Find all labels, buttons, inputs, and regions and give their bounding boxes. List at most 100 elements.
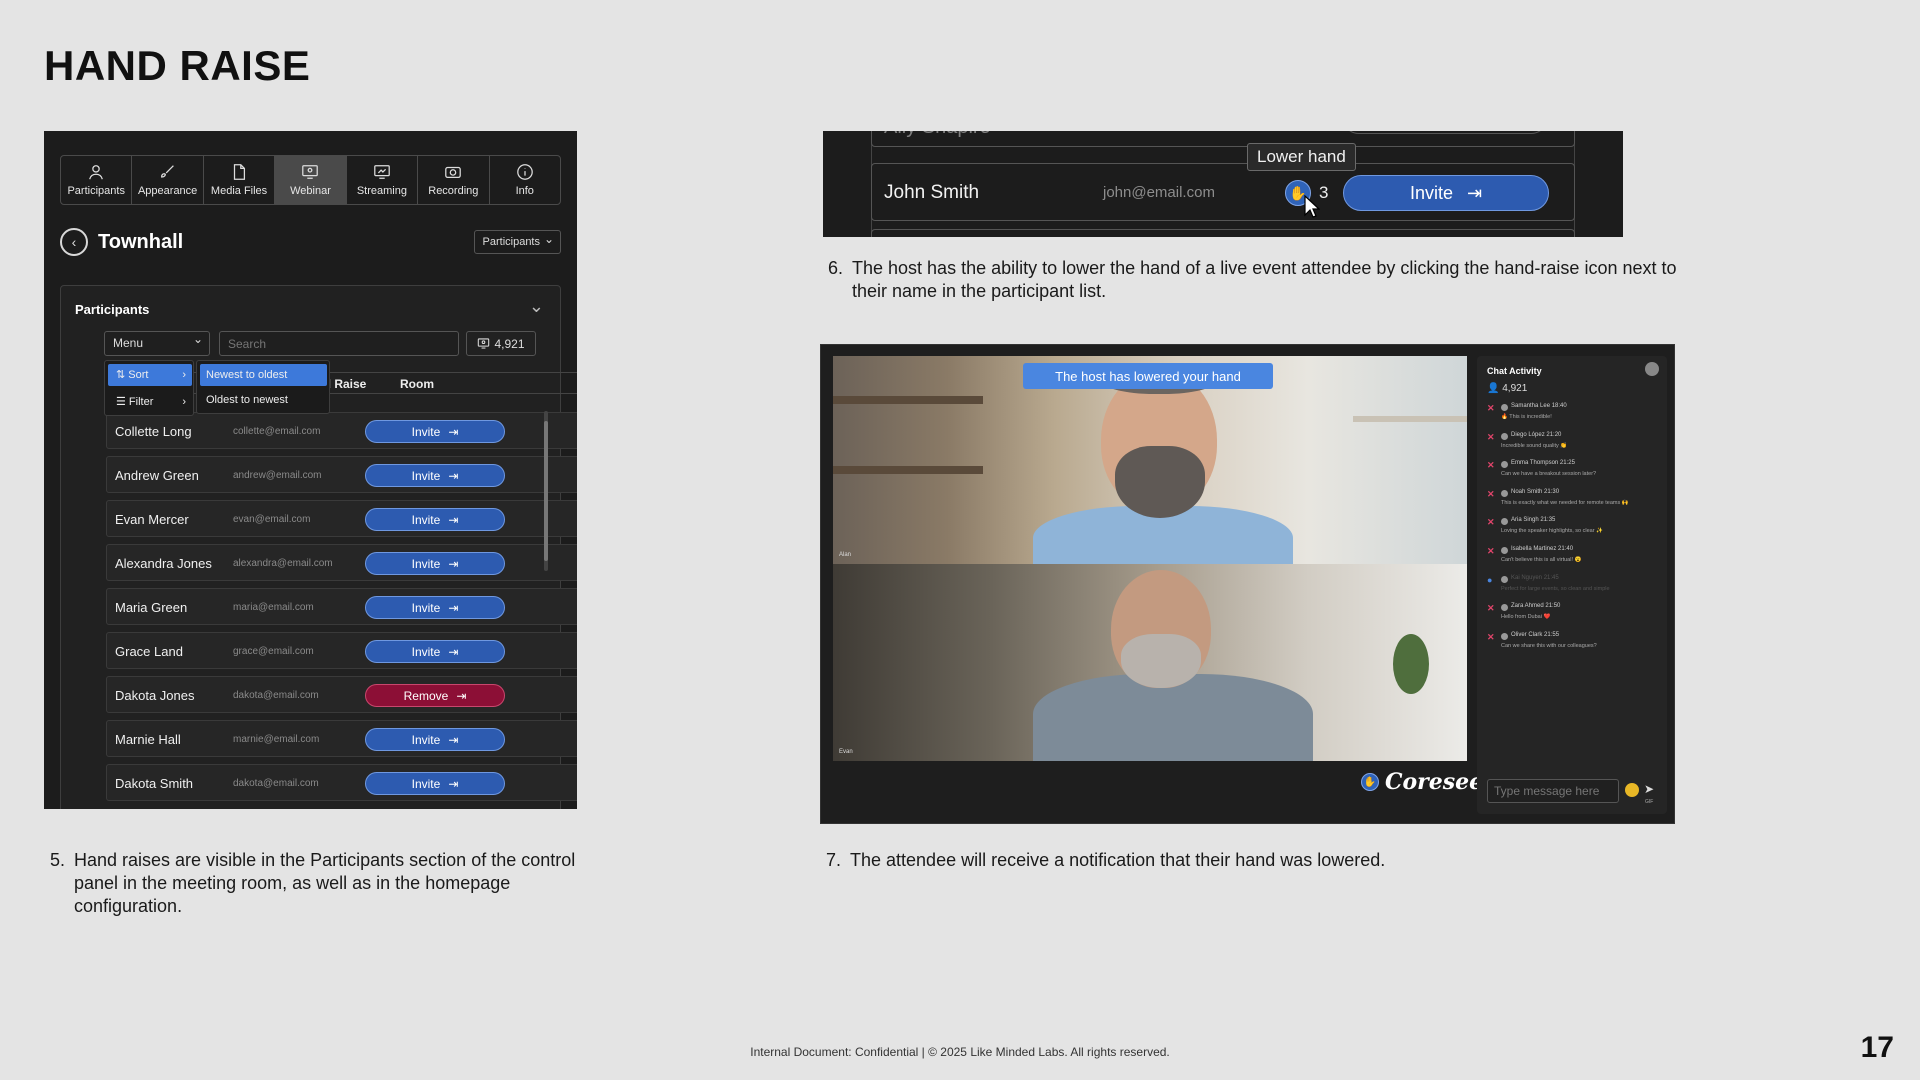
caption-text: Hand raises are visible in the Participa… — [74, 850, 576, 916]
caption-text: The attendee will receive a notification… — [850, 850, 1386, 870]
search-input[interactable] — [219, 331, 459, 356]
message-text: This is exactly what we needed for remot… — [1501, 499, 1629, 506]
file-icon — [233, 164, 246, 180]
exit-icon: ⇥ — [456, 688, 467, 703]
scrollbar-thumb[interactable] — [544, 421, 548, 561]
invite-button[interactable]: Invite ⇥ — [365, 508, 505, 531]
bookshelf — [833, 466, 983, 474]
chat-message: ✕ Samantha Lee 18:40 🔥 This is incredible! — [1487, 403, 1659, 432]
message-text: Hello from Dubai ❤️ — [1501, 614, 1551, 621]
settings-tabs: Participants Appearance Media Files Webi… — [60, 155, 561, 205]
table-row: Evan Mercer evan@email.com ✋1 Invite⇥ — [106, 500, 577, 537]
invite-button[interactable]: Invite ⇥ — [365, 420, 505, 443]
emoji-icon[interactable] — [1625, 783, 1639, 797]
message-author: Diego López 21:20 — [1511, 432, 1561, 438]
avatar — [1501, 546, 1508, 554]
participant-email: dakota@email.com — [233, 778, 319, 789]
chat-message: ✕ Noah Smith 21:30 This is exactly what we… — [1487, 489, 1659, 518]
chevron-down-icon[interactable]: ⌄ — [529, 296, 544, 317]
author-name: Samantha Lee — [1511, 403, 1551, 409]
invite-button[interactable]: Invite ⇥ — [365, 640, 505, 663]
message-author: Isabella Martinez 21:40 — [1511, 546, 1573, 552]
sort-option-newest[interactable]: Newest to oldest — [200, 364, 327, 386]
message-author: Noah Smith 21:30 — [1511, 489, 1559, 495]
caption-number: 6. — [828, 258, 844, 278]
gif-button[interactable]: GIF — [1645, 799, 1653, 805]
tab-webinar[interactable]: Webinar — [275, 156, 347, 204]
delete-message-icon[interactable]: ✕ — [1487, 632, 1495, 643]
remove-button[interactable]: Remove ⇥ — [365, 684, 505, 707]
button-label: Invite — [411, 424, 441, 439]
invite-button[interactable]: Invite ⇥ — [365, 728, 505, 751]
tab-streaming[interactable]: Streaming — [347, 156, 419, 204]
message-time: 21:30 — [1544, 488, 1560, 495]
invite-button[interactable]: Invite ⇥ — [365, 464, 505, 487]
invite-button[interactable]: Invite ⇥ — [365, 772, 505, 795]
caption-6: 6. The host has the ability to lower the… — [828, 257, 1688, 303]
sort-option-oldest[interactable]: Oldest to newest — [200, 389, 327, 411]
delete-message-icon[interactable]: ✕ — [1487, 432, 1495, 443]
tab-participants[interactable]: Participants — [61, 156, 133, 204]
invite-button[interactable]: Invite ⇥ — [365, 596, 505, 619]
participant-name: Marnie Hall — [115, 732, 181, 747]
tab-recording[interactable]: Recording — [418, 156, 490, 204]
table-row: Collette Long collette@email.com Invite ⇥ — [106, 412, 577, 449]
invite-button[interactable]: Invite ⇥ — [365, 552, 505, 575]
presenter-icon — [302, 165, 319, 179]
info-icon — [516, 164, 533, 180]
streaming-icon — [374, 165, 390, 179]
count-value: 4,921 — [1502, 383, 1528, 394]
participant-email: alexandra@email.com — [233, 558, 333, 569]
caption-number: 5. — [50, 850, 66, 870]
page-number: 17 — [1860, 1031, 1894, 1064]
caption-7: 7. The attendee will receive a notificat… — [826, 849, 1686, 872]
message-text: Perfect for large events, so clean and s… — [1501, 585, 1610, 592]
participant-name: Andrew Green — [115, 468, 199, 483]
delete-message-icon[interactable]: ✕ — [1487, 546, 1495, 557]
hand-raise-icon[interactable]: ✋ — [1361, 773, 1379, 791]
delete-message-icon[interactable]: ✕ — [1487, 517, 1495, 528]
delete-message-icon[interactable]: ✕ — [1487, 460, 1495, 471]
avatar — [1501, 632, 1508, 640]
menu-item-filter[interactable]: ☰ Filter › — [108, 391, 192, 413]
send-icon[interactable]: ➤ — [1644, 782, 1654, 796]
enter-icon: ⇥ — [448, 732, 459, 747]
tab-appearance[interactable]: Appearance — [132, 156, 204, 204]
delete-message-icon[interactable]: ✕ — [1487, 603, 1495, 614]
message-time: 21:45 — [1543, 574, 1559, 581]
participant-name: Collette Long — [115, 424, 192, 439]
tab-info[interactable]: Info — [490, 156, 560, 204]
tab-label: Webinar — [290, 185, 331, 197]
chat-message: ● Kai Nguyen 21:45 Perfect for large event… — [1487, 575, 1659, 604]
caption-5: 5. Hand raises are visible in the Partic… — [50, 849, 590, 918]
author-name: Emma Thompson — [1511, 460, 1559, 467]
column-room[interactable]: Room — [400, 377, 434, 391]
delete-message-icon[interactable]: ✕ — [1487, 489, 1495, 500]
invite-button[interactable] — [1342, 131, 1548, 134]
menu-dropdown[interactable]: Menu — [104, 328, 210, 356]
lower-hand-screenshot: Ally Shapiro John Smith john@email.com ✋… — [823, 131, 1623, 237]
tab-media-files[interactable]: Media Files — [204, 156, 276, 204]
camera-icon — [445, 166, 462, 179]
count-value: 4,921 — [494, 336, 525, 351]
chat-message-input[interactable] — [1487, 779, 1619, 803]
lower-hand-tooltip: Lower hand — [1247, 143, 1356, 171]
avatar — [1501, 461, 1508, 469]
message-author: Samantha Lee 18:40 — [1511, 403, 1567, 409]
back-button[interactable]: ‹ — [60, 228, 88, 256]
view-dropdown[interactable]: Participants — [473, 228, 561, 254]
bookshelf — [833, 396, 983, 404]
video-tile-label: Evan — [839, 749, 853, 755]
avatar[interactable] — [1645, 362, 1659, 376]
chat-message: ✕ Diego López 21:20 Incredible sound quali… — [1487, 432, 1659, 461]
participant-email: john@email.com — [1103, 184, 1215, 201]
message-author: Emma Thompson 21:25 — [1511, 460, 1575, 466]
delete-message-icon[interactable]: ✕ — [1487, 403, 1495, 414]
invite-button[interactable]: Invite ⇥ — [1343, 175, 1549, 211]
restore-message-icon[interactable]: ● — [1487, 575, 1492, 585]
sort-submenu: Newest to oldest Oldest to newest — [196, 360, 330, 414]
table-row: Dakota Jones dakota@email.com Remove ⇥ — [106, 676, 577, 713]
hand-lowered-notification: The host has lowered your hand — [1023, 363, 1273, 389]
enter-icon: ⇥ — [448, 644, 459, 659]
menu-item-sort[interactable]: ⇅ Sort › — [108, 364, 192, 386]
